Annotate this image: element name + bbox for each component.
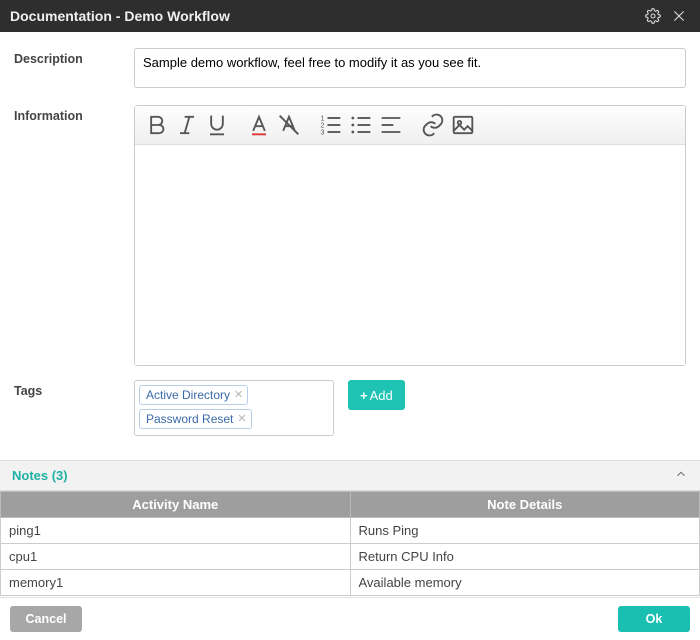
tag-label: Password Reset [146, 412, 233, 426]
row-information: Information 123 [14, 105, 686, 366]
svg-text:2: 2 [321, 122, 325, 129]
align-icon[interactable] [377, 112, 405, 138]
cell-details: Runs Ping [350, 518, 700, 544]
label-description: Description [14, 48, 134, 91]
row-tags: Tags Active Directory ✕ Password Reset ✕… [14, 380, 686, 436]
add-tag-button[interactable]: +Add [348, 380, 405, 410]
notes-table: Activity Name Note Details ping1 Runs Pi… [0, 491, 700, 596]
cell-details: Return CPU Info [350, 544, 700, 570]
dialog-title: Documentation - Demo Workflow [10, 8, 638, 24]
rte-toolbar: 123 [135, 106, 685, 145]
add-tag-label: Add [370, 388, 393, 403]
form-body: Description Information 123 [0, 32, 700, 460]
bold-icon[interactable] [143, 112, 171, 138]
tag-chip[interactable]: Active Directory ✕ [139, 385, 248, 405]
chevron-up-icon[interactable] [674, 467, 688, 484]
cell-activity: ping1 [1, 518, 351, 544]
col-activity-name: Activity Name [1, 492, 351, 518]
gear-icon[interactable] [642, 5, 664, 27]
table-row[interactable]: ping1 Runs Ping [1, 518, 700, 544]
cell-activity: cpu1 [1, 544, 351, 570]
row-description: Description [14, 48, 686, 91]
tags-input[interactable]: Active Directory ✕ Password Reset ✕ [134, 380, 334, 436]
description-input[interactable] [134, 48, 686, 88]
dialog-footer: Cancel Ok [0, 597, 700, 640]
plus-icon: + [360, 388, 368, 403]
rich-text-editor: 123 [134, 105, 686, 366]
tag-remove-icon[interactable]: ✕ [237, 414, 246, 425]
cell-activity: memory1 [1, 570, 351, 596]
tag-label: Active Directory [146, 388, 230, 402]
link-icon[interactable] [419, 112, 447, 138]
table-row[interactable]: cpu1 Return CPU Info [1, 544, 700, 570]
label-tags: Tags [14, 380, 134, 436]
rte-content[interactable] [135, 145, 685, 365]
notes-header-label: Notes (3) [12, 468, 68, 483]
image-icon[interactable] [449, 112, 477, 138]
label-information: Information [14, 105, 134, 366]
notes-section-header[interactable]: Notes (3) [0, 460, 700, 491]
ordered-list-icon[interactable]: 123 [317, 112, 345, 138]
clear-format-icon[interactable] [275, 112, 303, 138]
col-note-details: Note Details [350, 492, 700, 518]
text-color-icon[interactable] [245, 112, 273, 138]
table-row[interactable]: memory1 Available memory [1, 570, 700, 596]
unordered-list-icon[interactable] [347, 112, 375, 138]
tag-remove-icon[interactable]: ✕ [234, 390, 243, 401]
tag-chip[interactable]: Password Reset ✕ [139, 409, 252, 429]
italic-icon[interactable] [173, 112, 201, 138]
close-icon[interactable] [668, 5, 690, 27]
cancel-button[interactable]: Cancel [10, 606, 82, 632]
ok-button[interactable]: Ok [618, 606, 690, 632]
cell-details: Available memory [350, 570, 700, 596]
underline-icon[interactable] [203, 112, 231, 138]
svg-text:1: 1 [321, 115, 325, 122]
svg-text:3: 3 [321, 129, 325, 136]
titlebar: Documentation - Demo Workflow [0, 0, 700, 32]
